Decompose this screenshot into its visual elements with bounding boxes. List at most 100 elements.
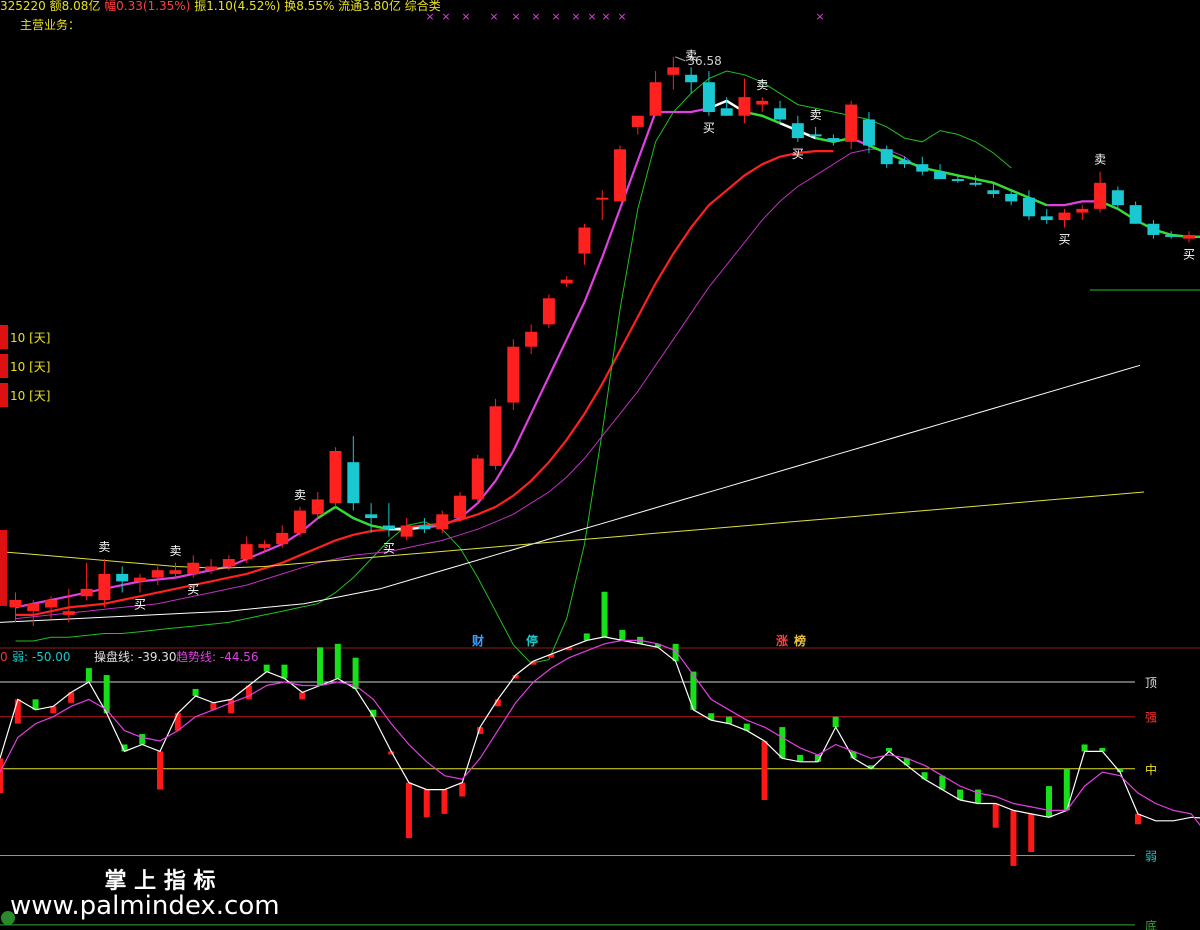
candle-body[interactable] (987, 190, 1000, 194)
candle-body[interactable] (667, 67, 680, 75)
candle-body[interactable] (756, 100, 769, 105)
candle-body[interactable] (205, 566, 218, 571)
candle-body[interactable] (1005, 193, 1018, 202)
oscillator-bar (441, 789, 448, 814)
candle-body[interactable] (400, 525, 413, 537)
candle-body[interactable] (542, 298, 555, 325)
candle-body[interactable] (1058, 212, 1071, 221)
level-label-0: 顶 (1145, 676, 1157, 690)
candle-body[interactable] (116, 573, 129, 582)
candle-body[interactable] (685, 74, 698, 83)
oscillator-bar (0, 758, 3, 794)
candle-body[interactable] (898, 160, 911, 165)
oscillator-header-0: 0 (0, 650, 8, 664)
oscillator-bar (14, 699, 21, 724)
watermark-url: www.palmindex.com (10, 891, 280, 921)
candle-body[interactable] (880, 149, 893, 165)
candle-body[interactable] (1147, 223, 1160, 235)
top-marker: × (551, 10, 560, 23)
candle-body[interactable] (774, 108, 787, 120)
candle-body[interactable] (222, 559, 235, 567)
candle-body[interactable] (862, 119, 875, 146)
sell-signal: 卖 (170, 544, 182, 558)
buy-signal: 买 (703, 121, 715, 135)
oscillator-bar (1081, 744, 1088, 752)
candle-body[interactable] (240, 544, 253, 560)
candle-body[interactable] (365, 514, 378, 519)
candle-body[interactable] (916, 164, 929, 172)
candle-body[interactable] (845, 104, 858, 142)
stock-chart[interactable]: 主营业务：××××××××××××36.58卖买卖买卖买卖买卖买卖买卖买卖10 … (0, 0, 1200, 930)
top-marker: × (571, 10, 580, 23)
candle-body[interactable] (525, 331, 538, 347)
candle-body[interactable] (827, 138, 840, 142)
ma-line-0 (15, 99, 1200, 609)
candle-body[interactable] (382, 525, 395, 530)
candle-body[interactable] (133, 577, 146, 582)
candle-body[interactable] (98, 573, 111, 600)
candle-body[interactable] (187, 562, 200, 574)
candle-body[interactable] (45, 600, 58, 608)
candle-body[interactable] (311, 499, 324, 515)
candle-body[interactable] (347, 462, 360, 504)
level-label-3: 弱 (1145, 850, 1157, 864)
candle-body[interactable] (471, 458, 484, 500)
oscillator-bar (672, 643, 679, 662)
side-box-label: 10 [天] (10, 331, 50, 345)
candle-body[interactable] (1129, 205, 1142, 224)
candle-body[interactable] (560, 279, 573, 284)
candle-body[interactable] (1022, 197, 1035, 217)
candle-body[interactable] (418, 525, 431, 530)
candle-body[interactable] (738, 97, 751, 116)
buy-signal: 买 (792, 147, 804, 161)
buy-signal: 买 (1059, 233, 1071, 247)
candle-body[interactable] (489, 406, 502, 466)
candle-body[interactable] (596, 197, 609, 200)
candle-body[interactable] (969, 182, 982, 185)
candle-body[interactable] (720, 108, 733, 116)
candle-body[interactable] (791, 123, 804, 139)
candle-body[interactable] (293, 510, 306, 533)
candle-body[interactable] (631, 115, 644, 127)
candle-body[interactable] (578, 227, 591, 254)
candle-body[interactable] (934, 171, 947, 180)
oscillator-bar (779, 727, 786, 759)
candle-body[interactable] (649, 82, 662, 116)
candle-body[interactable] (151, 570, 164, 578)
ma-line-3 (15, 148, 923, 620)
candle-body[interactable] (169, 570, 182, 574)
side-box[interactable] (0, 383, 8, 407)
candle-body[interactable] (27, 603, 40, 612)
side-box[interactable] (0, 325, 8, 349)
oscillator-bar (1028, 813, 1035, 853)
candle-body[interactable] (454, 495, 466, 519)
candle-body[interactable] (614, 149, 627, 202)
candle-body[interactable] (1182, 234, 1195, 239)
candle-body[interactable] (1040, 216, 1053, 221)
candle-body[interactable] (258, 544, 271, 548)
oscillator-bar (992, 803, 999, 828)
top-marker: × (461, 10, 470, 23)
candle-body[interactable] (951, 179, 964, 182)
candle-body[interactable] (1076, 208, 1089, 213)
candle-body[interactable] (702, 82, 715, 113)
oscillator-bar (761, 740, 768, 800)
oscillator-header-1: 弱: -50.00 (12, 650, 71, 664)
candle-body[interactable] (329, 451, 342, 504)
level-label-4: 底 (1145, 918, 1157, 930)
candle-body[interactable] (507, 346, 520, 403)
event-mark-2: 涨 (776, 633, 788, 648)
top-marker: × (489, 10, 498, 23)
candle-body[interactable] (1111, 190, 1124, 206)
candle-body[interactable] (1165, 234, 1178, 237)
candle-body[interactable] (62, 611, 75, 615)
candle-body[interactable] (809, 134, 822, 137)
level-label-1: 强 (1145, 711, 1157, 725)
sell-signal: 卖 (1094, 153, 1106, 167)
candle-body[interactable] (1094, 182, 1107, 209)
candle-body[interactable] (80, 588, 93, 597)
candle-body[interactable] (9, 600, 22, 608)
candle-body[interactable] (436, 514, 449, 530)
side-box[interactable] (0, 354, 8, 378)
candle-body[interactable] (276, 532, 289, 545)
